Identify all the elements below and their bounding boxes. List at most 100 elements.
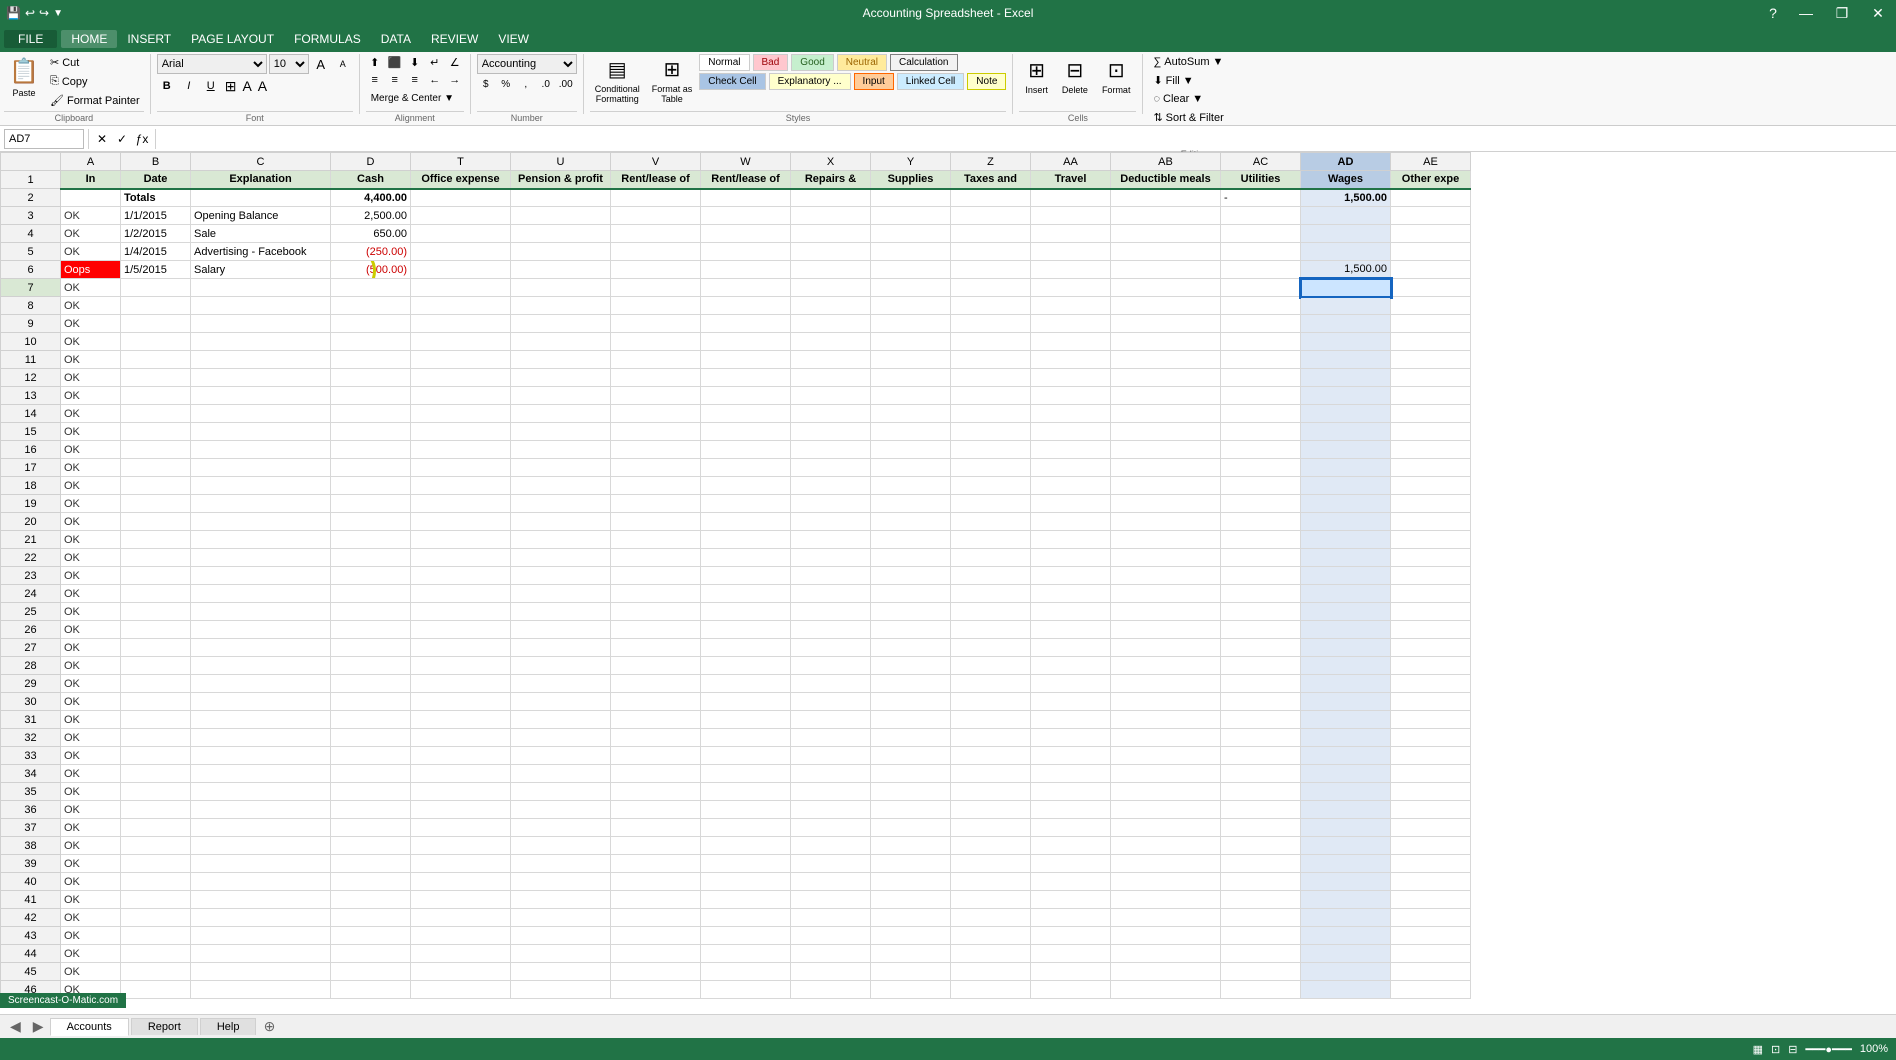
cell-AD29[interactable] <box>1301 675 1391 693</box>
clear-button[interactable]: ◌ Clear ▼ <box>1149 91 1207 107</box>
cell-B17[interactable] <box>121 459 191 477</box>
cell-AE7[interactable] <box>1391 279 1471 297</box>
cell-A23[interactable]: OK <box>61 567 121 585</box>
cell-Y16[interactable] <box>871 441 951 459</box>
cell-Z15[interactable] <box>951 423 1031 441</box>
cell-AD2[interactable]: 1,500.00 <box>1301 189 1391 207</box>
cell-D2[interactable]: 4,400.00 <box>331 189 411 207</box>
cell-X37[interactable] <box>791 819 871 837</box>
cell-T4[interactable] <box>411 225 511 243</box>
cell-D22[interactable] <box>331 549 411 567</box>
cell-U36[interactable] <box>511 801 611 819</box>
cell-AB1[interactable]: Deductible meals <box>1111 171 1221 189</box>
align-middle-btn[interactable]: ⬛ <box>386 54 404 70</box>
cell-AA5[interactable] <box>1031 243 1111 261</box>
cell-B4[interactable]: 1/2/2015 <box>121 225 191 243</box>
cell-A41[interactable]: OK <box>61 891 121 909</box>
style-linked-cell[interactable]: Linked Cell <box>897 73 964 90</box>
run-icon[interactable]: ▼ <box>53 8 63 19</box>
cell-D27[interactable] <box>331 639 411 657</box>
cell-B3[interactable]: 1/1/2015 <box>121 207 191 225</box>
zoom-slider[interactable]: ━━━●━━━ <box>1805 1043 1851 1056</box>
cell-U24[interactable] <box>511 585 611 603</box>
cell-X42[interactable] <box>791 909 871 927</box>
cell-D12[interactable] <box>331 369 411 387</box>
cell-D26[interactable] <box>331 621 411 639</box>
cell-V37[interactable] <box>611 819 701 837</box>
add-sheet-button[interactable]: ⊕ <box>258 1018 280 1036</box>
decimal-decrease-btn[interactable]: .00 <box>557 76 575 92</box>
cell-AE1[interactable]: Other expe <box>1391 171 1471 189</box>
cell-W33[interactable] <box>701 747 791 765</box>
cell-AA16[interactable] <box>1031 441 1111 459</box>
cell-AB20[interactable] <box>1111 513 1221 531</box>
menu-formulas[interactable]: FORMULAS <box>284 30 371 48</box>
cell-V19[interactable] <box>611 495 701 513</box>
format-as-table-button[interactable]: ⊞ Format asTable <box>647 54 698 107</box>
cell-T40[interactable] <box>411 873 511 891</box>
cell-A45[interactable]: OK <box>61 963 121 981</box>
cell-U28[interactable] <box>511 657 611 675</box>
cell-U16[interactable] <box>511 441 611 459</box>
cell-AD23[interactable] <box>1301 567 1391 585</box>
cell-AB30[interactable] <box>1111 693 1221 711</box>
cell-U27[interactable] <box>511 639 611 657</box>
cell-D1[interactable]: Cash <box>331 171 411 189</box>
cell-AD8[interactable] <box>1301 297 1391 315</box>
cell-V35[interactable] <box>611 783 701 801</box>
close-btn[interactable]: ✕ <box>1860 0 1896 26</box>
cell-B14[interactable] <box>121 405 191 423</box>
cell-AA10[interactable] <box>1031 333 1111 351</box>
cell-Y28[interactable] <box>871 657 951 675</box>
cell-U32[interactable] <box>511 729 611 747</box>
cell-T6[interactable] <box>411 261 511 279</box>
col-header-AD[interactable]: AD <box>1301 153 1391 171</box>
row-header-6[interactable]: 6 <box>1 261 61 279</box>
cell-AB45[interactable] <box>1111 963 1221 981</box>
sheet-scroll-right[interactable]: ▶ <box>27 1018 50 1035</box>
cell-AB7[interactable] <box>1111 279 1221 297</box>
cell-W28[interactable] <box>701 657 791 675</box>
cell-Y1[interactable]: Supplies <box>871 171 951 189</box>
cell-D21[interactable] <box>331 531 411 549</box>
cell-A43[interactable]: OK <box>61 927 121 945</box>
cell-AA26[interactable] <box>1031 621 1111 639</box>
font-size-select[interactable]: 10 <box>269 54 309 74</box>
cell-Z9[interactable] <box>951 315 1031 333</box>
cell-AB16[interactable] <box>1111 441 1221 459</box>
cell-D19[interactable] <box>331 495 411 513</box>
cell-Y34[interactable] <box>871 765 951 783</box>
cell-U38[interactable] <box>511 837 611 855</box>
cell-X6[interactable] <box>791 261 871 279</box>
cell-D46[interactable] <box>331 981 411 999</box>
style-good[interactable]: Good <box>791 54 833 71</box>
format-button[interactable]: ⊡ Format <box>1096 54 1137 99</box>
cell-Z32[interactable] <box>951 729 1031 747</box>
cell-AA3[interactable] <box>1031 207 1111 225</box>
cell-AC30[interactable] <box>1221 693 1301 711</box>
cell-B39[interactable] <box>121 855 191 873</box>
cell-AB34[interactable] <box>1111 765 1221 783</box>
cell-X36[interactable] <box>791 801 871 819</box>
cell-C18[interactable] <box>191 477 331 495</box>
cell-T24[interactable] <box>411 585 511 603</box>
cell-AD13[interactable] <box>1301 387 1391 405</box>
cell-V21[interactable] <box>611 531 701 549</box>
cell-W31[interactable] <box>701 711 791 729</box>
cell-V33[interactable] <box>611 747 701 765</box>
cell-A15[interactable]: OK <box>61 423 121 441</box>
cell-Y42[interactable] <box>871 909 951 927</box>
cell-A18[interactable]: OK <box>61 477 121 495</box>
cell-AA36[interactable] <box>1031 801 1111 819</box>
cell-C32[interactable] <box>191 729 331 747</box>
cell-Z10[interactable] <box>951 333 1031 351</box>
cell-D3[interactable]: 2,500.00 <box>331 207 411 225</box>
cell-D31[interactable] <box>331 711 411 729</box>
cell-AA7[interactable] <box>1031 279 1111 297</box>
cell-AD35[interactable] <box>1301 783 1391 801</box>
cell-AE28[interactable] <box>1391 657 1471 675</box>
font-color-btn[interactable]: A <box>256 78 269 94</box>
cell-AE17[interactable] <box>1391 459 1471 477</box>
cell-B41[interactable] <box>121 891 191 909</box>
cell-U15[interactable] <box>511 423 611 441</box>
